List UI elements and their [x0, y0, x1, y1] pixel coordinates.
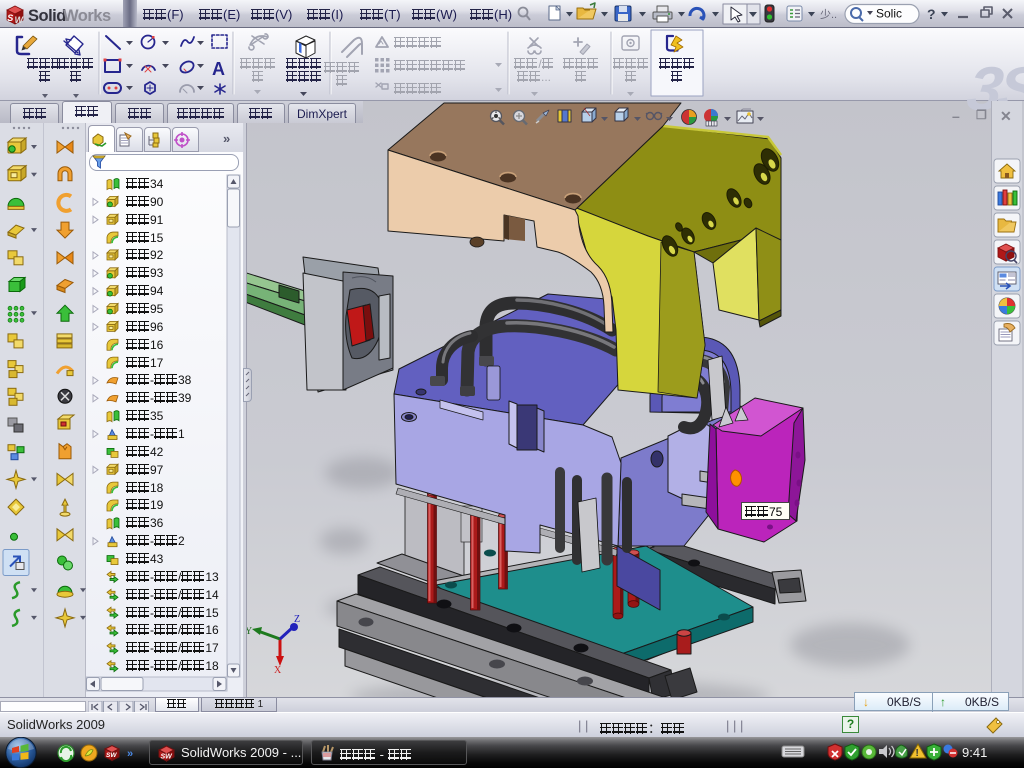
svg-text:»: »	[223, 131, 230, 146]
svg-text:Works: Works	[63, 7, 111, 25]
svg-text:?: ?	[927, 6, 936, 22]
svg-text:A: A	[212, 59, 225, 79]
svg-text:少..: 少..	[820, 8, 837, 21]
svg-text:SW: SW	[161, 754, 174, 761]
svg-text:!: !	[916, 748, 919, 759]
svg-text:9:41: 9:41	[962, 745, 987, 760]
svg-text:X: X	[274, 665, 282, 676]
svg-text:»: »	[127, 748, 133, 760]
svg-text:Solic: Solic	[876, 7, 902, 21]
svg-text:Y: Y	[247, 626, 252, 637]
svg-text:Z: Z	[294, 614, 300, 625]
svg-text:Solid: Solid	[28, 7, 66, 25]
svg-text:S: S	[7, 13, 13, 23]
svg-text:SW: SW	[106, 752, 117, 759]
